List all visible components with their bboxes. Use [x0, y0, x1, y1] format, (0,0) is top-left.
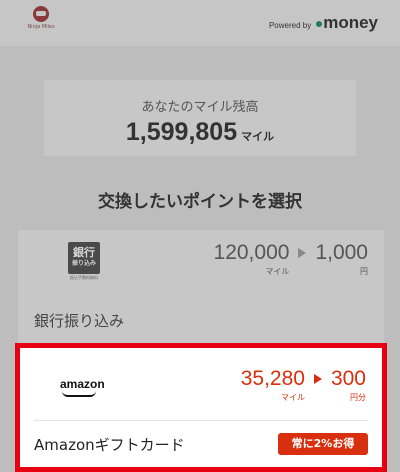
app-logo: Ninja Miles [27, 6, 55, 34]
promo-badge: 常に2%お得 [278, 433, 368, 455]
rate-to-unit: 円 [360, 267, 368, 276]
rate-to: 1,000 円 [315, 242, 368, 277]
section-title: 交換したいポイントを選択 [98, 192, 302, 212]
powered-by-label: Powered by [268, 21, 312, 30]
arrow-right-icon [313, 374, 322, 384]
divider [34, 420, 368, 421]
balance-row: 1,599,805 マイル [44, 118, 356, 147]
balance-value: 1,599,805 [125, 118, 238, 146]
money-dot-icon [316, 21, 323, 27]
bank-icon-caption: 振込手数料無料 [70, 275, 98, 280]
option-amazon-gift-card[interactable]: amazon 35,280 マイル 300 円分 Amazonギフトカード 常に… [15, 343, 387, 472]
balance-card: あなたのマイル残高 1,599,805 マイル [44, 80, 356, 156]
balance-unit: マイル [241, 130, 275, 143]
rate-from-unit: マイル [280, 393, 305, 402]
option-name: 銀行振り込み [34, 312, 125, 330]
amazon-smile-icon [62, 391, 96, 397]
rate-from-value: 120,000 [213, 241, 290, 264]
option-bank-transfer[interactable]: 銀行 振り込み 振込手数料無料 120,000 マイル 1,000 円 銀行振り… [18, 230, 384, 350]
bank-icon-text-line2: 振り込み [71, 260, 96, 267]
money-brand: money [323, 13, 378, 32]
rate-from-value: 35,280 [240, 367, 305, 390]
balance-label: あなたのマイル残高 [141, 100, 259, 115]
app-header: Ninja Miles Powered by money [0, 0, 400, 46]
powered-by-money: Powered by money [269, 13, 378, 33]
exchange-rate: 120,000 マイル 1,000 円 [214, 242, 368, 277]
app-logo-icon [33, 6, 49, 22]
arrow-right-icon [298, 248, 307, 258]
option-name: Amazonギフトカード [34, 436, 185, 454]
bank-transfer-icon: 銀行 振り込み [68, 242, 100, 274]
amazon-logo-text: amazon [60, 377, 105, 391]
rate-from: 35,280 マイル [241, 368, 305, 403]
app-logo-text: Ninja Miles [27, 24, 55, 30]
rate-to-value: 1,000 [315, 241, 368, 264]
rate-to-unit: 円分 [350, 393, 366, 402]
exchange-rate: 35,280 マイル 300 円分 [241, 368, 366, 403]
rate-to: 300 円分 [331, 368, 366, 403]
rate-from-unit: マイル [265, 267, 290, 276]
amazon-logo-icon: amazon [60, 377, 120, 397]
rate-from: 120,000 マイル [214, 242, 290, 277]
rate-to-value: 300 [330, 367, 366, 390]
